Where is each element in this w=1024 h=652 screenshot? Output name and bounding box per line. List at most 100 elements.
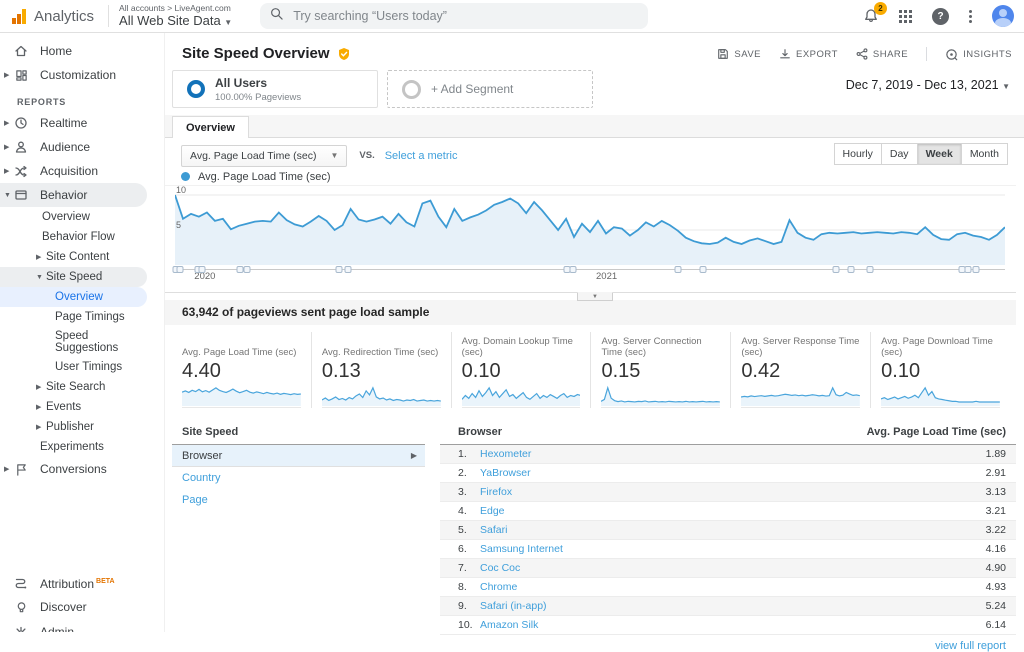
dimension-label[interactable]: Country (182, 472, 221, 484)
expand-caret-icon[interactable]: ▶ (36, 383, 46, 391)
sidebar-item-speed-suggestions[interactable]: Speed Suggestions (0, 327, 164, 357)
browser-link[interactable]: Coc Coc (480, 562, 520, 574)
annotation-marker[interactable] (847, 266, 854, 273)
annotation-marker[interactable] (965, 266, 972, 273)
column-header-browser[interactable]: Browser (458, 426, 502, 438)
sidebar-item-events[interactable]: ▶ Events (0, 397, 164, 417)
apps-grid-button[interactable] (899, 10, 912, 23)
sidebar-item-behavior-flow[interactable]: Behavior Flow (0, 227, 164, 247)
sidebar-item-behavior[interactable]: ▼ Behavior (0, 183, 147, 207)
expand-caret-icon[interactable]: ▶ (0, 465, 12, 473)
expand-caret-icon[interactable]: ▶ (0, 143, 12, 151)
sidebar-item-user-timings[interactable]: User Timings (0, 357, 164, 377)
browser-link[interactable]: Safari (480, 524, 507, 536)
annotation-marker[interactable] (699, 266, 706, 273)
table-row: 1.Hexometer1.89 (440, 445, 1016, 464)
home-icon (12, 44, 30, 58)
export-button[interactable]: EXPORT (779, 48, 838, 60)
tab-strip: Overview (165, 115, 1024, 138)
sidebar-item-publisher[interactable]: ▶ Publisher (0, 417, 164, 437)
expand-caret-icon[interactable]: ▶ (36, 253, 46, 261)
date-range-selector[interactable]: Dec 7, 2019 - Dec 13, 2021 ▼ (846, 78, 1010, 92)
browser-link[interactable]: Samsung Internet (480, 543, 563, 555)
annotation-marker[interactable] (674, 266, 681, 273)
insights-button[interactable]: INSIGHTS (945, 48, 1012, 61)
browser-link[interactable]: Hexometer (480, 448, 531, 460)
granularity-hourly[interactable]: Hourly (834, 143, 882, 165)
chevron-down-icon: ▼ (224, 18, 232, 27)
help-icon: ? (932, 8, 949, 25)
sidebar-item-audience[interactable]: ▶ Audience (0, 135, 164, 159)
sidebar-item-page-timings[interactable]: Page Timings (0, 307, 164, 327)
tab-overview[interactable]: Overview (172, 116, 249, 138)
sidebar-item-experiments[interactable]: Experiments (0, 437, 164, 457)
browser-link[interactable]: Safari (in-app) (480, 600, 547, 612)
search-input[interactable] (293, 9, 638, 23)
annotation-marker[interactable] (344, 266, 351, 273)
browser-link[interactable]: Edge (480, 505, 505, 517)
share-button[interactable]: SHARE (856, 48, 908, 60)
view-full-report-link[interactable]: view full report (935, 640, 1006, 652)
search-bar[interactable] (260, 3, 648, 29)
collapse-caret-icon[interactable]: ▼ (36, 274, 46, 281)
granularity-month[interactable]: Month (961, 143, 1008, 165)
annotation-marker[interactable] (336, 266, 343, 273)
more-vert-button[interactable] (969, 9, 972, 24)
select-metric-link[interactable]: Select a metric (385, 150, 458, 162)
segment-all-users[interactable]: All Users 100.00% Pageviews (172, 70, 378, 108)
dimension-row-browser[interactable]: Browser▶ (172, 445, 425, 467)
dimension-label[interactable]: Browser (182, 450, 222, 462)
sidebar-item-behavior-overview[interactable]: Overview (0, 207, 164, 227)
annotation-marker[interactable] (866, 266, 873, 273)
y-axis-tick: 5 (176, 220, 181, 230)
avatar[interactable] (992, 5, 1014, 27)
sidebar-item-site-search[interactable]: ▶ Site Search (0, 377, 164, 397)
expand-caret-icon[interactable]: ▶ (36, 423, 46, 431)
sidebar-item-customization[interactable]: ▶ Customization (0, 63, 164, 87)
annotation-marker[interactable] (972, 266, 979, 273)
expand-caret-icon[interactable]: ▶ (0, 71, 12, 79)
column-header-load-time[interactable]: Avg. Page Load Time (sec) (867, 426, 1006, 438)
main-chart-svg (175, 188, 1005, 265)
expand-caret-icon[interactable]: ▶ (0, 119, 12, 127)
sidebar-item-conversions[interactable]: ▶ Conversions (0, 457, 164, 481)
analytics-logo-icon[interactable] (12, 8, 27, 24)
chart-plot-area[interactable]: 10 5 (175, 188, 1005, 265)
expand-caret-icon[interactable]: ▶ (36, 403, 46, 411)
sidebar-item-realtime[interactable]: ▶ Realtime (0, 111, 164, 135)
annotation-marker[interactable] (570, 266, 577, 273)
granularity-day[interactable]: Day (881, 143, 918, 165)
sidebar-item-site-content[interactable]: ▶ Site Content (0, 247, 164, 267)
sidebar-item-attribution[interactable]: AttributionBETA (0, 570, 164, 595)
sidebar-item-site-speed[interactable]: ▼ Site Speed (0, 267, 147, 287)
browser-link[interactable]: Amazon Silk (480, 619, 538, 631)
dimension-row-country[interactable]: Country (172, 467, 425, 489)
sidebar-item-acquisition[interactable]: ▶ Acquisition (0, 159, 164, 183)
annotation-marker[interactable] (199, 266, 206, 273)
collapse-caret-icon[interactable]: ▼ (0, 192, 12, 199)
granularity-week[interactable]: Week (917, 143, 962, 165)
notifications-button[interactable]: 2 (863, 8, 879, 24)
scorecard-0: Avg. Page Load Time (sec)4.40 (172, 332, 311, 408)
browser-link[interactable]: Firefox (480, 486, 512, 498)
annotations-expander[interactable]: ▼ (577, 292, 613, 301)
browser-link[interactable]: YaBrowser (480, 467, 531, 479)
metric-dropdown[interactable]: Avg. Page Load Time (sec) ▼ (181, 145, 347, 167)
more-vert-icon (969, 9, 972, 24)
sidebar-item-admin[interactable]: Admin (0, 620, 164, 632)
annotation-marker[interactable] (244, 266, 251, 273)
browser-link[interactable]: Chrome (480, 581, 517, 593)
account-selector[interactable]: All accounts > LiveAgent.com All Web Sit… (119, 4, 232, 28)
annotation-marker[interactable] (176, 266, 183, 273)
dimension-row-page[interactable]: Page (172, 489, 425, 511)
annotation-marker[interactable] (832, 266, 839, 273)
sidebar-item-discover[interactable]: Discover (0, 595, 164, 620)
dimension-label[interactable]: Page (182, 494, 208, 506)
sidebar-item-site-speed-overview[interactable]: Overview (0, 287, 147, 307)
add-segment-button[interactable]: + Add Segment (387, 70, 593, 108)
help-button[interactable]: ? (932, 8, 949, 25)
sidebar-item-home[interactable]: Home (0, 39, 164, 63)
save-button[interactable]: SAVE (717, 48, 761, 60)
expand-caret-icon[interactable]: ▶ (0, 167, 12, 175)
annotation-marker[interactable] (236, 266, 243, 273)
